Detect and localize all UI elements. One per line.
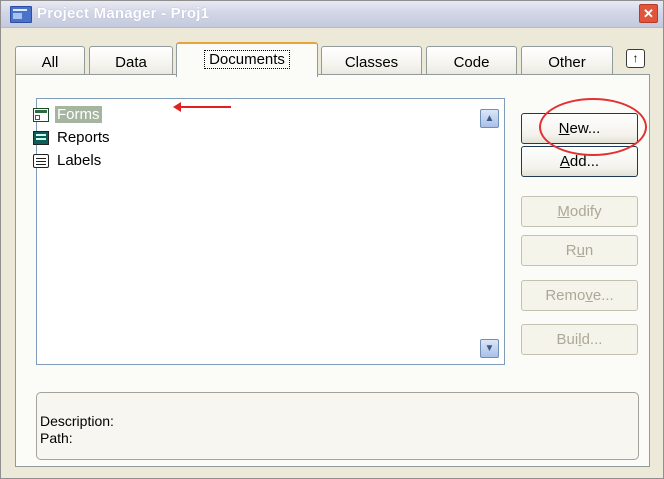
build-button[interactable]: Build... <box>521 324 638 355</box>
tab-code[interactable]: Code <box>426 46 517 77</box>
tree-item-forms[interactable]: Forms <box>33 105 102 124</box>
scroll-up-icon: ▲ <box>484 113 495 124</box>
details-box <box>36 392 639 460</box>
scroll-up-button[interactable]: ▲ <box>480 109 499 128</box>
annotation-ellipse <box>539 98 647 156</box>
up-arrow-icon: ↑ <box>632 51 639 65</box>
path-label: Path: <box>40 430 73 446</box>
forms-icon <box>33 107 49 122</box>
scroll-down-button[interactable]: ▼ <box>480 339 499 358</box>
project-manager-app-icon <box>10 6 32 23</box>
title-bar[interactable]: Project Manager - Proj1 ✕ <box>1 1 663 28</box>
tab-classes[interactable]: Classes <box>321 46 422 77</box>
tab-all[interactable]: All <box>15 46 85 77</box>
project-manager-window: Project Manager - Proj1 ✕ All Data Docum… <box>0 0 664 479</box>
tree-item-labels[interactable]: Labels <box>33 151 103 170</box>
annotation-arrow <box>173 102 231 112</box>
reports-icon <box>33 130 49 145</box>
tab-other[interactable]: Other <box>521 46 613 77</box>
description-label: Description: <box>40 413 114 429</box>
close-button[interactable]: ✕ <box>639 4 658 23</box>
tree-item-label: Reports <box>57 129 110 146</box>
tree-item-label: Forms <box>55 106 102 123</box>
modify-button[interactable]: Modify <box>521 196 638 227</box>
tree-item-reports[interactable]: Reports <box>33 128 112 147</box>
labels-icon <box>33 153 49 168</box>
tab-scroll-button[interactable]: ↑ <box>626 49 645 68</box>
close-icon: ✕ <box>643 6 654 21</box>
window-title: Project Manager - Proj1 <box>37 5 210 22</box>
run-button[interactable]: Run <box>521 235 638 266</box>
tab-documents[interactable]: Documents <box>176 42 318 77</box>
scroll-down-icon: ▼ <box>484 343 495 354</box>
remove-button[interactable]: Remove... <box>521 280 638 311</box>
tab-data[interactable]: Data <box>89 46 173 77</box>
tree-item-label: Labels <box>57 152 102 169</box>
